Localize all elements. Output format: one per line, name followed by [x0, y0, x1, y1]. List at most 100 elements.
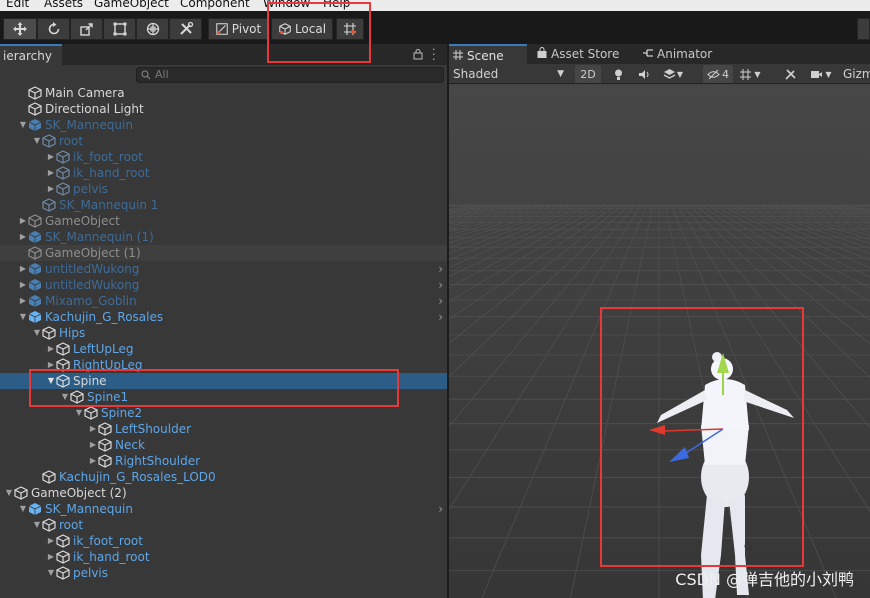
- foldout-collapsed-icon[interactable]: ▶: [88, 421, 98, 437]
- hierarchy-row[interactable]: Directional Light: [0, 101, 447, 117]
- grid-visibility-toggle[interactable]: ▼: [735, 65, 765, 83]
- foldout-expanded-icon[interactable]: ▼: [18, 117, 28, 133]
- rotate-tool-button[interactable]: [37, 18, 70, 40]
- chevron-right-icon[interactable]: ›: [438, 501, 443, 517]
- hierarchy-row[interactable]: ▼ GameObject (2): [0, 485, 447, 501]
- menu-component[interactable]: Component: [180, 0, 250, 11]
- foldout-collapsed-icon[interactable]: ▶: [18, 261, 28, 277]
- hierarchy-row[interactable]: ▶ RightShoulder: [0, 453, 447, 469]
- foldout-collapsed-icon[interactable]: ▶: [88, 437, 98, 453]
- hierarchy-row[interactable]: ▶ untitledWukong ›: [0, 277, 447, 293]
- watermark-text: CSDN @弹吉他的小刘鸭: [675, 570, 854, 589]
- hierarchy-row[interactable]: ▶ pelvis: [0, 181, 447, 197]
- foldout-collapsed-icon[interactable]: ▶: [46, 533, 56, 549]
- hierarchy-row[interactable]: ▶ LeftUpLeg: [0, 341, 447, 357]
- foldout-expanded-icon[interactable]: ▼: [18, 501, 28, 517]
- camera-settings[interactable]: ▼: [806, 65, 836, 83]
- hierarchy-row[interactable]: ▶ Neck: [0, 437, 447, 453]
- foldout-collapsed-icon[interactable]: ▶: [46, 357, 56, 373]
- rect-tool-button[interactable]: [103, 18, 136, 40]
- foldout-collapsed-icon[interactable]: ▶: [18, 277, 28, 293]
- foldout-expanded-icon[interactable]: ▼: [46, 373, 56, 389]
- tab-scene[interactable]: Scene: [449, 44, 527, 64]
- shading-mode-dropdown[interactable]: Shaded ▼: [450, 65, 568, 83]
- menu-gameobject[interactable]: GameObject: [94, 0, 169, 11]
- scale-tool-button[interactable]: [70, 18, 103, 40]
- hierarchy-row[interactable]: ▼ root: [0, 517, 447, 533]
- foldout-collapsed-icon[interactable]: ▶: [88, 453, 98, 469]
- hierarchy-row[interactable]: ▼ Kachujin_G_Rosales ›: [0, 309, 447, 325]
- foldout-collapsed-icon[interactable]: ▶: [18, 293, 28, 309]
- scene-panel: Scene Asset Store Animator Shaded ▼ 2D ▼: [449, 44, 870, 598]
- panel-menu-icon[interactable]: · · ·: [432, 44, 436, 65]
- menu-assets[interactable]: Assets: [44, 0, 83, 11]
- foldout-collapsed-icon[interactable]: ▶: [18, 229, 28, 245]
- audio-toggle[interactable]: [633, 65, 655, 83]
- hierarchy-row[interactable]: ▼ Spine: [0, 373, 447, 389]
- hierarchy-row[interactable]: ▶ ik_foot_root: [0, 533, 447, 549]
- foldout-collapsed-icon[interactable]: ▶: [46, 549, 56, 565]
- 2d-toggle[interactable]: 2D: [575, 65, 601, 83]
- effects-toggle[interactable]: ▼: [659, 65, 687, 83]
- tab-hierarchy[interactable]: ierarchy: [0, 44, 62, 65]
- foldout-expanded-icon[interactable]: ▼: [32, 133, 42, 149]
- local-toggle[interactable]: Local: [271, 18, 333, 40]
- chevron-right-icon[interactable]: ›: [438, 293, 443, 309]
- gizmos-dropdown[interactable]: Gizm: [840, 65, 870, 83]
- hierarchy-row[interactable]: ▼ pelvis: [0, 565, 447, 581]
- scene-visibility-toggle[interactable]: 4: [703, 65, 733, 83]
- menu-window[interactable]: Window: [263, 0, 310, 11]
- foldout-collapsed-icon[interactable]: ▶: [46, 149, 56, 165]
- hierarchy-row[interactable]: ▼ Hips: [0, 325, 447, 341]
- chevron-right-icon[interactable]: ›: [438, 261, 443, 277]
- move-tool-button[interactable]: [3, 18, 37, 40]
- scene-viewport[interactable]: [449, 85, 870, 598]
- foldout-expanded-icon[interactable]: ▼: [32, 517, 42, 533]
- hierarchy-row[interactable]: ▼ SK_Mannequin ›: [0, 501, 447, 517]
- hierarchy-row[interactable]: ▶ untitledWukong ›: [0, 261, 447, 277]
- hierarchy-row[interactable]: ▶ ik_hand_root: [0, 165, 447, 181]
- hierarchy-row[interactable]: ▶ SK_Mannequin (1): [0, 229, 447, 245]
- hierarchy-row[interactable]: ▶ GameObject: [0, 213, 447, 229]
- lighting-toggle[interactable]: [607, 65, 629, 83]
- foldout-collapsed-icon[interactable]: ▶: [46, 181, 56, 197]
- menu-help[interactable]: Help: [323, 0, 350, 11]
- tab-animator[interactable]: Animator: [639, 44, 725, 64]
- foldout-collapsed-icon[interactable]: ▶: [18, 213, 28, 229]
- hierarchy-row[interactable]: Kachujin_G_Rosales_LOD0: [0, 469, 447, 485]
- hierarchy-row[interactable]: ▶ LeftShoulder: [0, 421, 447, 437]
- hierarchy-row[interactable]: ▶ RightUpLeg: [0, 357, 447, 373]
- foldout-expanded-icon[interactable]: ▼: [32, 325, 42, 341]
- foldout-collapsed-icon[interactable]: ▶: [46, 165, 56, 181]
- hierarchy-row[interactable]: SK_Mannequin 1: [0, 197, 447, 213]
- hierarchy-row[interactable]: ▶ ik_foot_root: [0, 149, 447, 165]
- grid-snap-icon: [344, 23, 356, 35]
- foldout-expanded-icon[interactable]: ▼: [18, 309, 28, 325]
- hierarchy-row-label: ik_foot_root: [73, 534, 143, 548]
- custom-tool-button[interactable]: [169, 18, 202, 40]
- grid-snap-button[interactable]: [336, 18, 364, 40]
- menu-edit[interactable]: Edit: [6, 0, 29, 11]
- foldout-expanded-icon[interactable]: ▼: [74, 405, 84, 421]
- pivot-toggle[interactable]: Pivot: [208, 18, 268, 40]
- foldout-collapsed-icon[interactable]: ▶: [46, 341, 56, 357]
- tab-asset-store[interactable]: Asset Store: [533, 44, 629, 64]
- lock-icon[interactable]: [412, 48, 424, 60]
- tools-toggle[interactable]: [780, 65, 800, 83]
- foldout-expanded-icon[interactable]: ▼: [46, 565, 56, 581]
- hierarchy-row[interactable]: ▼ Spine2: [0, 405, 447, 421]
- hierarchy-row[interactable]: ▶ Mixamo_Goblin ›: [0, 293, 447, 309]
- transform-tool-button[interactable]: [136, 18, 169, 40]
- chevron-right-icon[interactable]: ›: [438, 277, 443, 293]
- hierarchy-row[interactable]: ▼ root: [0, 133, 447, 149]
- hierarchy-row[interactable]: ▼ Spine1: [0, 389, 447, 405]
- hierarchy-row[interactable]: ▼ SK_Mannequin: [0, 117, 447, 133]
- hierarchy-row[interactable]: Main Camera: [0, 85, 447, 101]
- foldout-expanded-icon[interactable]: ▼: [4, 485, 14, 501]
- foldout-expanded-icon[interactable]: ▼: [60, 389, 70, 405]
- hierarchy-search-input[interactable]: All: [136, 67, 444, 83]
- toolbar-right-button[interactable]: [857, 18, 870, 40]
- hierarchy-row[interactable]: GameObject (1): [0, 245, 447, 261]
- chevron-right-icon[interactable]: ›: [438, 309, 443, 325]
- hierarchy-row[interactable]: ▶ ik_hand_root: [0, 549, 447, 565]
